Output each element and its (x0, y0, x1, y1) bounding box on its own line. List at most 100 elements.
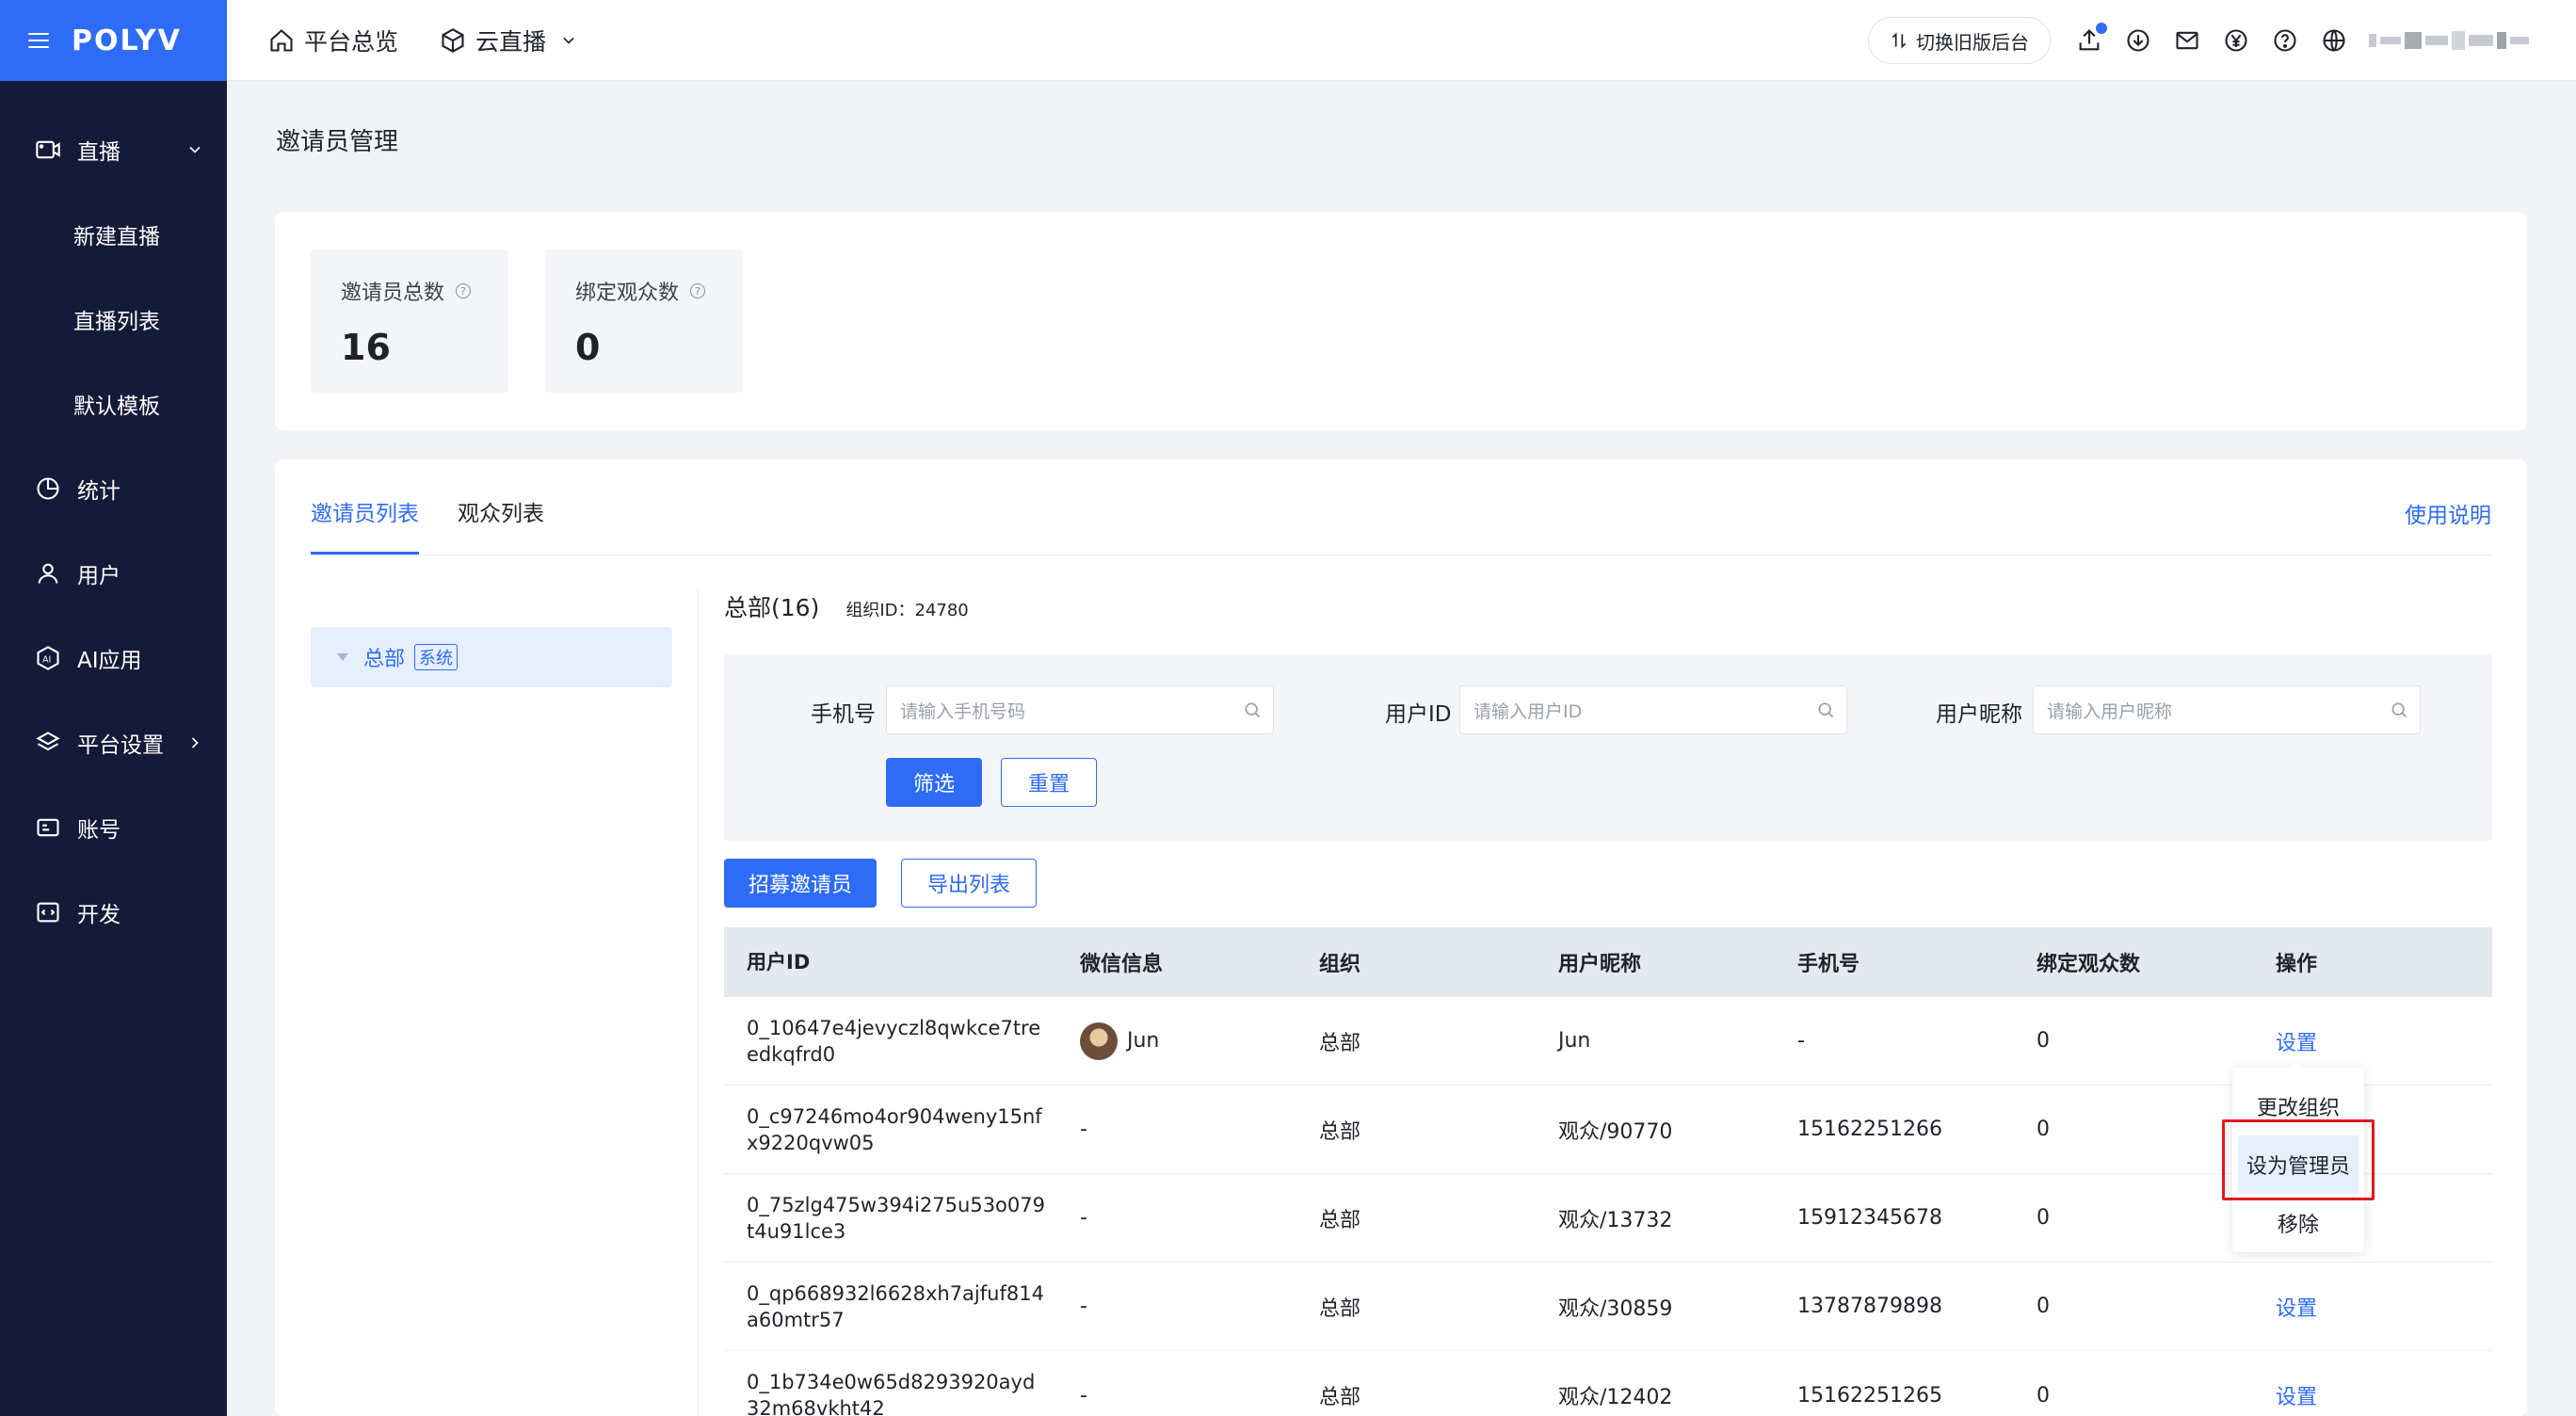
usage-guide-link[interactable]: 使用说明 (2405, 497, 2491, 529)
recruit-inviter-button[interactable]: 招募邀请员 (724, 859, 877, 908)
cell-phone: 15162251266 (1797, 1118, 1942, 1141)
user-id-line: 0_10647e4jevyczl8qwkce7tre (747, 1016, 1041, 1039)
stat-label-row: 邀请员总数 ? (341, 276, 478, 306)
caret-down-icon[interactable] (337, 653, 348, 661)
id-card-icon (34, 813, 62, 842)
sidebar-item-label: AI应用 (77, 649, 142, 673)
cell-org: 总部 (1319, 1119, 1361, 1144)
user-id-line: 0_c97246mo4or904weny15nf (747, 1104, 1042, 1128)
layers-icon (34, 729, 62, 757)
cell-bound-count: 0 (2037, 1295, 2050, 1318)
export-list-button[interactable]: 导出列表 (901, 859, 1037, 908)
sidebar-item-live[interactable]: 直播 (0, 107, 227, 192)
user-account-menu[interactable] (2369, 28, 2538, 53)
settings-link[interactable]: 设置 (2253, 1026, 2492, 1056)
cell-bound-count: 0 (2037, 1029, 2050, 1053)
globe-icon[interactable] (2320, 26, 2348, 55)
user-id-line: 0_1b734e0w65d8293920ayd (747, 1371, 1036, 1393)
cell-phone: 13787879898 (1797, 1295, 1942, 1318)
user-id-line: 0_qp668932l6628xh7ajfuf814 (747, 1281, 1044, 1305)
nickname-label: 用户昵称 (1936, 702, 2022, 727)
home-icon (270, 28, 293, 52)
nickname-input[interactable]: 请输入用户昵称 (2033, 685, 2421, 734)
sidebar-item-new-live[interactable]: 新建直播 (0, 192, 227, 277)
switch-label: 切换旧版后台 (1916, 30, 2029, 54)
menu-toggle-icon[interactable] (28, 33, 49, 48)
sidebar-item-default-template[interactable]: 默认模板 (0, 362, 227, 446)
cell-org: 总部 (1319, 1386, 1361, 1409)
cell-user-id: 0_1b734e0w65d8293920ayd 32m68vkht42 (724, 1369, 1057, 1416)
cell-phone: - (1797, 1029, 1805, 1053)
org-id: 组织ID：24780 (845, 601, 969, 620)
tab-inviter-list[interactable]: 邀请员列表 (311, 495, 419, 555)
org-header: 总部(16) 组织ID：24780 (724, 589, 969, 623)
cell-bound-count: 0 (2037, 1383, 2050, 1408)
user-id-line: x9220qvw05 (747, 1131, 875, 1154)
menu-item-remove[interactable]: 移除 (2232, 1194, 2364, 1252)
sidebar-item-account[interactable]: 账号 (0, 785, 227, 870)
mail-icon[interactable] (2173, 26, 2201, 55)
tab-audience-list[interactable]: 观众列表 (458, 495, 544, 552)
question-icon[interactable]: ? (690, 283, 706, 298)
cell-wechat: - (1080, 1295, 1087, 1318)
help-icon[interactable] (2271, 26, 2299, 55)
sidebar-item-stats[interactable]: 统计 (0, 446, 227, 531)
nav-cloud-live[interactable]: 云直播 (440, 24, 578, 57)
nav-platform-overview[interactable]: 平台总览 (268, 24, 398, 57)
sidebar-item-label: 账号 (77, 818, 121, 843)
cell-nickname: 观众/90770 (1558, 1119, 1673, 1144)
stat-value: 0 (575, 327, 601, 368)
table-row: 0_qp668932l6628xh7ajfuf814 a60mtr57 - 总部 … (724, 1263, 2492, 1351)
column-header: 手机号 (1797, 953, 1860, 976)
settings-link[interactable]: 设置 (2253, 1292, 2492, 1322)
sidebar-nav: 直播 新建直播 直播列表 默认模板 统计 用户 AI AI应用 平台设置 账号 … (0, 81, 227, 955)
sidebar-item-dev[interactable]: 开发 (0, 870, 227, 955)
sidebar-item-users[interactable]: 用户 (0, 531, 227, 616)
upload-icon[interactable] (2075, 21, 2109, 55)
stat-label: 绑定观众数 (575, 282, 680, 305)
settings-link[interactable]: 设置 (2253, 1380, 2492, 1410)
cell-bound-count: 0 (2037, 1118, 2050, 1141)
column-header: 用户ID (747, 951, 811, 974)
column-header: 绑定观众数 (2037, 953, 2141, 976)
cell-user-id: 0_10647e4jevyczl8qwkce7tre edkqfrd0 (724, 1015, 1057, 1068)
placeholder: 请输入用户昵称 (2047, 700, 2173, 722)
org-name: 总部(16) (724, 594, 820, 621)
column-header: 微信信息 (1080, 953, 1164, 976)
billing-icon[interactable] (2222, 26, 2250, 55)
filter-button[interactable]: 筛选 (886, 758, 982, 807)
cell-nickname: 观众/13732 (1558, 1208, 1673, 1232)
cell-user-id: 0_75zlg475w394i275u53o079 t4u91lce3 (724, 1192, 1057, 1245)
annotation-highlight-box (2222, 1119, 2375, 1200)
sidebar-item-label: 开发 (77, 903, 121, 927)
table-row: 0_10647e4jevyczl8qwkce7tre edkqfrd0 Jun 总… (724, 997, 2492, 1086)
org-tree-node[interactable]: 总部 系统 (311, 627, 672, 687)
header-nav: 平台总览 云直播 (227, 24, 620, 57)
phone-input[interactable]: 请输入手机号码 (886, 685, 1274, 734)
cell-nickname: 观众/30859 (1558, 1296, 1673, 1321)
download-icon[interactable] (2124, 26, 2152, 55)
switch-old-version-button[interactable]: 切换旧版后台 (1868, 17, 2051, 64)
search-icon (1818, 702, 1834, 718)
cell-wechat: Jun (1057, 1022, 1296, 1060)
placeholder: 请输入用户ID (1473, 700, 1583, 722)
nav-label: 云直播 (475, 27, 547, 56)
userid-label: 用户ID (1385, 702, 1452, 727)
reset-button[interactable]: 重置 (1001, 758, 1097, 807)
nav-label: 平台总览 (304, 27, 399, 56)
cube-icon (442, 27, 464, 53)
cell-phone: 15162251265 (1797, 1383, 1942, 1408)
sidebar-item-platform-settings[interactable]: 平台设置 (0, 700, 227, 785)
sidebar-item-live-list[interactable]: 直播列表 (0, 277, 227, 362)
stat-label: 邀请员总数 (341, 282, 445, 305)
cell-bound-count: 0 (2037, 1206, 2050, 1230)
question-icon[interactable]: ? (456, 283, 472, 298)
placeholder: 请输入手机号码 (900, 700, 1026, 722)
user-id-line: 0_75zlg475w394i275u53o079 (747, 1193, 1045, 1216)
user-id-line: 32m68vkht42 (747, 1397, 885, 1416)
sidebar-item-label: 直播 (77, 140, 121, 165)
userid-input[interactable]: 请输入用户ID (1459, 685, 1847, 734)
search-icon (2391, 702, 2407, 718)
sidebar-item-ai[interactable]: AI AI应用 (0, 616, 227, 700)
chevron-down-icon (189, 146, 201, 153)
